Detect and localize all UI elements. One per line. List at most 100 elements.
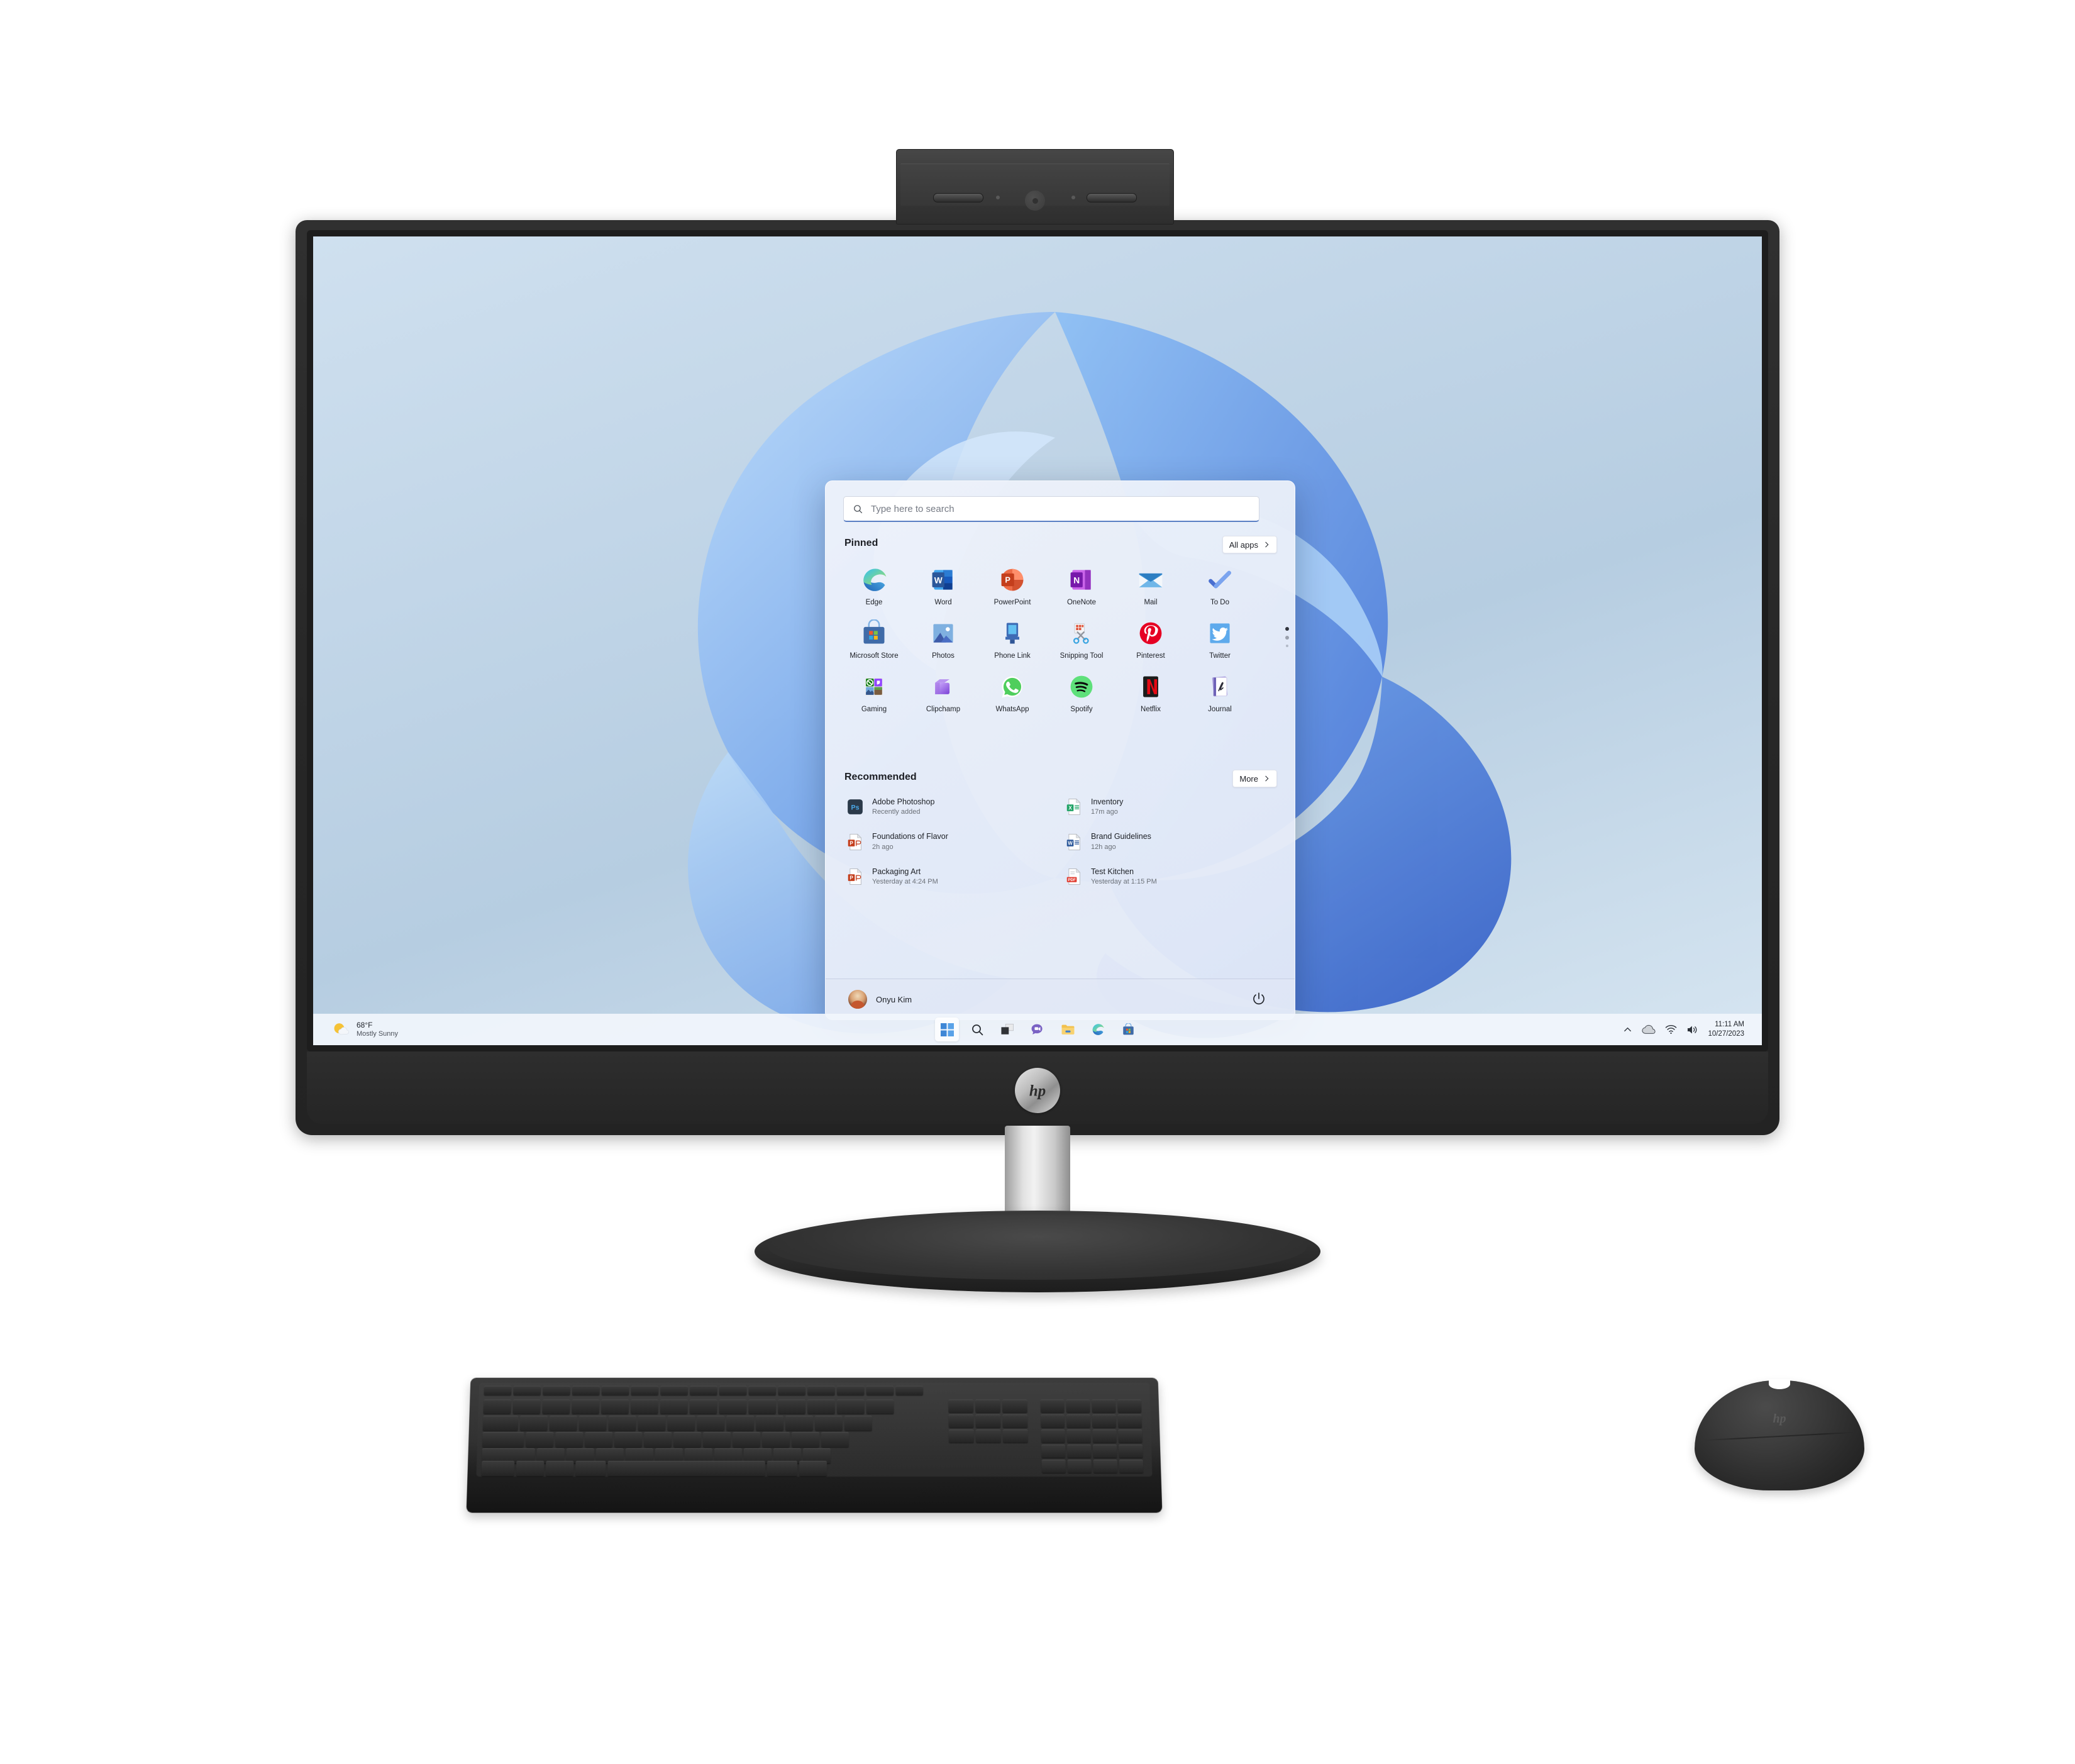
keyboard-key[interactable]	[1041, 1445, 1066, 1458]
keyboard-key[interactable]	[572, 1399, 600, 1414]
keyboard-key[interactable]	[836, 1385, 865, 1395]
keyboard-key[interactable]	[975, 1399, 1001, 1413]
keyboard-key[interactable]	[766, 1461, 797, 1477]
keyboard-key[interactable]	[660, 1399, 688, 1414]
pinned-app-microsoft-store[interactable]: Microsoft Store	[839, 615, 909, 660]
keyboard-key[interactable]	[545, 1461, 574, 1477]
keyboard-key[interactable]	[512, 1399, 541, 1414]
keyboard-key[interactable]	[660, 1385, 689, 1395]
keyboard-key[interactable]	[1067, 1460, 1092, 1473]
keyboard-key[interactable]	[630, 1399, 659, 1414]
keyboard-key[interactable]	[575, 1461, 606, 1477]
keyboard-key[interactable]	[519, 1416, 548, 1431]
keyboard-key[interactable]	[578, 1416, 607, 1431]
keyboard-key[interactable]	[484, 1385, 512, 1395]
keyboard-key[interactable]	[1066, 1445, 1092, 1458]
all-apps-button[interactable]: All apps	[1222, 536, 1277, 553]
pinned-app-photos[interactable]: Photos	[909, 615, 978, 660]
clock[interactable]: 11:11 AM 10/27/2023	[1708, 1020, 1744, 1039]
keyboard-key[interactable]	[608, 1416, 636, 1431]
keyboard-key[interactable]	[778, 1385, 806, 1395]
keyboard-key[interactable]	[778, 1399, 806, 1414]
keyboard-key[interactable]	[1092, 1429, 1117, 1443]
page-indicator[interactable]	[1285, 627, 1289, 647]
keyboard-key[interactable]	[866, 1399, 894, 1414]
keyboard-key[interactable]	[667, 1416, 695, 1431]
keyboard-key[interactable]	[799, 1461, 827, 1477]
recommended-item[interactable]: PDF Test Kitchen Yesterday at 1:15 PM	[1058, 862, 1277, 892]
keyboard-key[interactable]	[481, 1461, 515, 1477]
pinned-app-clipchamp[interactable]: Clipchamp	[909, 668, 978, 713]
taskbar-edge-button[interactable]	[1086, 1018, 1110, 1041]
pinned-app-spotify[interactable]: Spotify	[1047, 668, 1116, 713]
keyboard-key[interactable]	[1002, 1399, 1027, 1413]
taskbar-start-button[interactable]	[935, 1018, 959, 1041]
keyboard-key[interactable]	[1118, 1429, 1143, 1443]
pinned-app-edge[interactable]: Edge	[839, 562, 909, 606]
keyboard-key[interactable]	[1040, 1414, 1065, 1428]
keyboard-key[interactable]	[572, 1385, 600, 1395]
keyboard-key[interactable]	[719, 1385, 747, 1395]
keyboard-key[interactable]	[1066, 1399, 1090, 1413]
page-dot[interactable]	[1285, 627, 1289, 631]
keyboard-key[interactable]	[1092, 1414, 1117, 1428]
cloud-icon[interactable]	[1642, 1024, 1656, 1035]
pinned-app-twitter[interactable]: Twitter	[1185, 615, 1254, 660]
keyboard-key[interactable]	[895, 1385, 924, 1395]
keyboard-key[interactable]	[1041, 1460, 1066, 1473]
keyboard-key[interactable]	[631, 1385, 659, 1395]
keyboard-key[interactable]	[975, 1414, 1001, 1428]
recommended-item[interactable]: W Brand Guidelines 12h ago	[1058, 826, 1277, 857]
taskbar-chat-button[interactable]	[1026, 1018, 1049, 1041]
keyboard-key[interactable]	[638, 1416, 666, 1431]
keyboard-key[interactable]	[836, 1399, 865, 1414]
keyboard-key[interactable]	[483, 1399, 512, 1414]
keyboard-key[interactable]	[1092, 1445, 1117, 1458]
pinned-app-pinterest[interactable]: Pinterest	[1116, 615, 1185, 660]
pinned-app-powerpoint[interactable]: P PowerPoint	[978, 562, 1047, 606]
keyboard-key[interactable]	[1002, 1414, 1028, 1428]
keyboard-key[interactable]	[525, 1432, 554, 1447]
keyboard-key[interactable]	[948, 1399, 974, 1413]
wireless-keyboard[interactable]	[466, 1377, 1163, 1513]
recommended-item[interactable]: P Packaging Art Yesterday at 4:24 PM	[839, 862, 1058, 892]
avatar[interactable]	[848, 990, 867, 1009]
keyboard-key[interactable]	[516, 1461, 545, 1477]
recommended-item[interactable]: X Inventory 17m ago	[1058, 792, 1277, 822]
keyboard-key[interactable]	[542, 1399, 570, 1414]
keyboard-key[interactable]	[549, 1416, 578, 1431]
pinned-app-mail[interactable]: Mail	[1116, 562, 1185, 606]
keyboard-key[interactable]	[697, 1416, 725, 1431]
keyboard-key[interactable]	[1119, 1460, 1144, 1473]
pop-up-webcam[interactable]	[896, 149, 1174, 225]
keyboard-key[interactable]	[719, 1399, 747, 1414]
weather-widget[interactable]: 68°F Mostly Sunny	[332, 1021, 398, 1039]
keyboard-key[interactable]	[1066, 1429, 1091, 1443]
keyboard-key[interactable]	[1117, 1399, 1142, 1413]
keyboard-key[interactable]	[1002, 1429, 1028, 1443]
keyboard-key[interactable]	[748, 1399, 777, 1414]
pinned-app-netflix[interactable]: Netflix	[1116, 668, 1185, 713]
keyboard-key[interactable]	[1040, 1399, 1065, 1413]
keyboard-key[interactable]	[761, 1432, 790, 1447]
keyboard-key[interactable]	[555, 1432, 584, 1447]
keyboard-key[interactable]	[702, 1432, 731, 1447]
taskbar-microsoft-store-button[interactable]	[1116, 1018, 1140, 1041]
keyboard-key[interactable]	[821, 1432, 849, 1447]
recommended-item[interactable]: Ps Adobe Photoshop Recently added	[839, 792, 1058, 822]
keyboard-key[interactable]	[1117, 1414, 1143, 1428]
keyboard-key[interactable]	[1066, 1414, 1091, 1428]
keyboard-key[interactable]	[482, 1432, 524, 1447]
keyboard-key[interactable]	[948, 1414, 974, 1428]
pinned-app-gaming[interactable]: Gaming	[839, 668, 909, 713]
keyboard-key[interactable]	[756, 1416, 784, 1431]
keyboard-key[interactable]	[584, 1432, 613, 1447]
keyboard-key[interactable]	[844, 1416, 872, 1431]
keyboard-key[interactable]	[601, 1385, 629, 1395]
recommended-item[interactable]: P Foundations of Flavor 2h ago	[839, 826, 1058, 857]
keyboard-key[interactable]	[600, 1399, 629, 1414]
keyboard-key[interactable]	[482, 1416, 519, 1431]
keyboard-key[interactable]	[748, 1385, 777, 1395]
keyboard-key[interactable]	[866, 1385, 894, 1395]
taskbar-task-view-button[interactable]	[995, 1018, 1019, 1041]
